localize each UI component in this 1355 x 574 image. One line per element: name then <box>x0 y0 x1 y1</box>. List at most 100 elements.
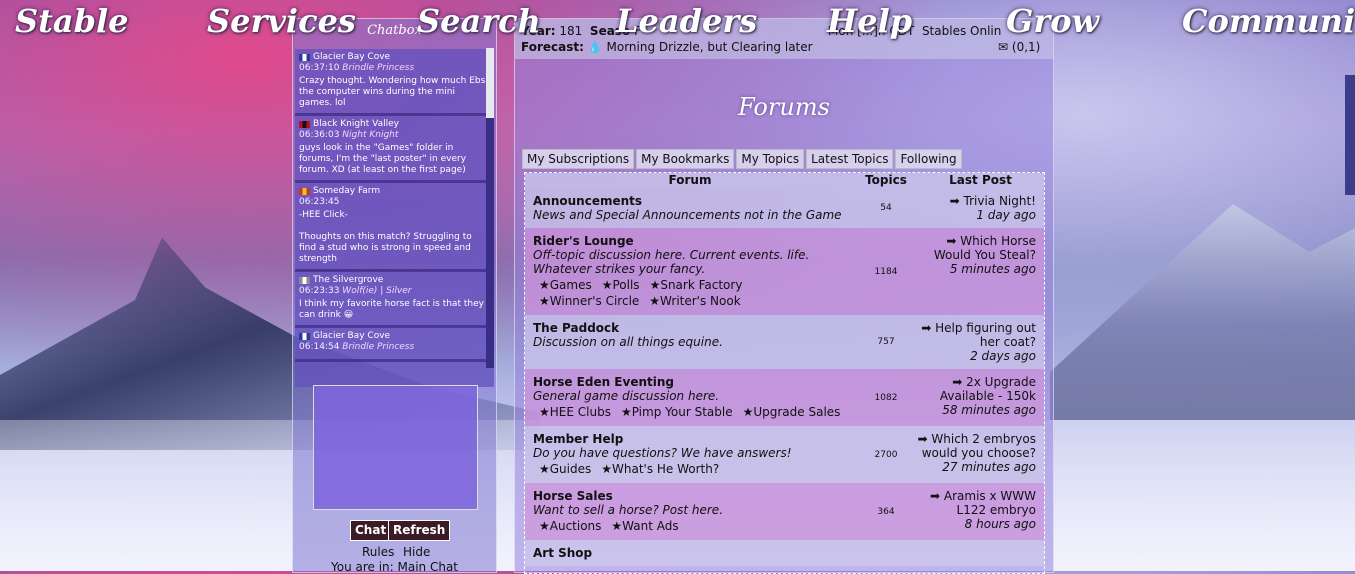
chat-stable[interactable]: The Silvergrove <box>299 275 488 286</box>
last-post-time: 27 minutes ago <box>942 460 1036 474</box>
last-post-link[interactable]: ➡ Help figuring out <box>917 321 1036 335</box>
forum-table-header: Forum Topics Last Post <box>525 173 1044 188</box>
last-post-link[interactable]: would you choose? <box>917 446 1036 460</box>
chat-stable-name[interactable]: Someday Farm <box>313 186 380 197</box>
chat-stable-name[interactable]: The Silvergrove <box>313 275 383 286</box>
forum-title-link[interactable]: Announcements <box>533 194 855 208</box>
last-post-link[interactable]: Available - 150k <box>917 389 1036 403</box>
subforum-list: ★HEE Clubs ★Pimp Your Stable ★Upgrade Sale… <box>533 404 855 420</box>
last-post-link[interactable]: ➡ Which 2 embryos <box>917 432 1036 446</box>
chat-stable[interactable]: Glacier Bay Cove <box>299 331 488 342</box>
subforum-link[interactable]: ★HEE Clubs <box>539 404 611 420</box>
chat-message: The Silvergrove 06:23:33 Wolf(ie) | Silve… <box>295 272 494 328</box>
forum-cell: Horse Eden Eventing General game discussi… <box>525 369 855 426</box>
chat-scrollbar[interactable] <box>486 48 494 368</box>
forum-cell: Horse Sales Want to sell a horse? Post he… <box>525 483 855 540</box>
chat-username[interactable]: Night Knight <box>342 130 398 140</box>
chat-input[interactable] <box>313 385 478 510</box>
chat-location: You are in: Main Chat <box>330 560 459 574</box>
forum-cell: The Paddock Discussion on all things equi… <box>525 315 855 369</box>
chat-stable[interactable]: Someday Farm <box>299 186 488 197</box>
forum-row: Rider's Lounge Off-topic discussion here.… <box>525 228 1044 315</box>
topic-count: 1184 <box>874 266 898 277</box>
subforum-link[interactable]: ★Upgrade Sales <box>743 404 841 420</box>
topic-count: 364 <box>877 506 895 517</box>
chat-username[interactable]: Wolf(ie) | Silver <box>342 286 411 296</box>
chat-rules-link[interactable]: Rules <box>362 545 394 559</box>
tab-my-bookmarks[interactable]: My Bookmarks <box>636 149 735 169</box>
tab-latest-topics[interactable]: Latest Topics <box>806 149 894 169</box>
forum-row: Announcements News and Special Announceme… <box>525 188 1044 228</box>
chat-stable-name[interactable]: Glacier Bay Cove <box>313 52 390 63</box>
stable-flag-icon <box>299 188 310 195</box>
forum-cell: Member Help Do you have questions? We hav… <box>525 426 855 483</box>
forum-row: Horse Sales Want to sell a horse? Post he… <box>525 483 1044 540</box>
chat-text: I think my favorite horse fact is that t… <box>299 299 484 320</box>
chat-username[interactable]: Brindle Princess <box>342 63 414 73</box>
last-post-time: 1 day ago <box>976 208 1036 222</box>
last-post-time: 8 hours ago <box>964 517 1036 531</box>
subforum-link[interactable]: ★Auctions <box>539 518 601 534</box>
nav-services[interactable]: Services <box>207 2 356 40</box>
chat-send-button[interactable]: Chat <box>350 520 392 541</box>
subforum-link[interactable]: ★Games <box>539 277 592 293</box>
forum-table: Forum Topics Last Post Announcements News… <box>524 172 1045 574</box>
nav-search[interactable]: Search <box>417 2 541 40</box>
tab-my-topics[interactable]: My Topics <box>736 149 805 169</box>
subforum-link[interactable]: ★Winner's Circle <box>539 293 639 309</box>
forum-title-link[interactable]: Horse Eden Eventing <box>533 375 855 389</box>
forum-title-link[interactable]: The Paddock <box>533 321 855 335</box>
chat-stable[interactable]: Glacier Bay Cove <box>299 52 488 63</box>
nav-leaders[interactable]: Leaders <box>616 2 757 40</box>
subforum-list: ★Auctions ★Want Ads <box>533 518 855 534</box>
subforum-link[interactable]: ★Writer's Nook <box>649 293 740 309</box>
forum-title-link[interactable]: Art Shop <box>533 546 855 560</box>
last-post-link[interactable]: her coat? <box>917 335 1036 349</box>
subforum-link[interactable]: ★What's He Worth? <box>601 461 719 477</box>
forum-title-link[interactable]: Rider's Lounge <box>533 234 855 248</box>
chat-text: -HEE Click- Thoughts on this match? Stru… <box>299 210 472 264</box>
nav-community[interactable]: Community <box>1182 2 1355 40</box>
nav-grow[interactable]: Grow <box>1006 2 1099 40</box>
forum-cell: Announcements News and Special Announceme… <box>525 188 855 228</box>
last-post-link[interactable]: Would You Steal? <box>917 248 1036 262</box>
tab-following[interactable]: Following <box>895 149 962 169</box>
subforum-link[interactable]: ★Snark Factory <box>650 277 743 293</box>
forum-title-link[interactable]: Member Help <box>533 432 855 446</box>
last-post-link[interactable]: ➡ Aramis x WWW <box>917 489 1036 503</box>
last-post-time: 2 days ago <box>970 349 1036 363</box>
tab-my-subscriptions[interactable]: My Subscriptions <box>522 149 635 169</box>
subforum-link[interactable]: ★Want Ads <box>611 518 678 534</box>
top-nav: Stable Services Search Leaders Help Grow… <box>0 0 1355 50</box>
forum-tabs: My Subscriptions My Bookmarks My Topics … <box>522 149 962 169</box>
subforum-link[interactable]: ★Guides <box>539 461 591 477</box>
last-post-cell <box>917 540 1044 566</box>
chat-hide-link[interactable]: Hide <box>403 545 430 559</box>
forum-description: Want to sell a horse? Post here. <box>533 503 724 517</box>
stable-flag-icon <box>299 121 310 128</box>
chat-stable-name[interactable]: Glacier Bay Cove <box>313 331 390 342</box>
nav-stable[interactable]: Stable <box>15 2 129 40</box>
chat-scrollbar-thumb[interactable] <box>486 48 494 118</box>
forum-title-link[interactable]: Horse Sales <box>533 489 855 503</box>
last-post-link[interactable]: ➡ 2x Upgrade <box>917 375 1036 389</box>
chat-message-list[interactable]: Glacier Bay Cove 06:37:10 Brindle Princes… <box>295 49 494 387</box>
stable-flag-icon <box>299 277 310 284</box>
subforum-link[interactable]: ★Pimp Your Stable <box>621 404 733 420</box>
topic-count: 2700 <box>874 449 898 460</box>
chat-message: Glacier Bay Cove 06:37:10 Brindle Princes… <box>295 49 494 116</box>
last-post-link[interactable]: ➡ Which Horse <box>917 234 1036 248</box>
forum-cell: Rider's Lounge Off-topic discussion here.… <box>525 228 855 315</box>
nav-help[interactable]: Help <box>827 2 912 40</box>
chatbox: Chatbox Glacier Bay Cove 06:37:10 Brindle… <box>292 18 497 574</box>
subforum-link[interactable]: ★Polls <box>602 277 640 293</box>
chat-stable[interactable]: Black Knight Valley <box>299 119 488 130</box>
last-post-link[interactable]: ➡ Trivia Night! <box>917 194 1036 208</box>
stable-flag-icon <box>299 54 310 61</box>
topic-count: 54 <box>880 203 892 213</box>
last-post-link[interactable]: L122 embryo <box>917 503 1036 517</box>
chat-refresh-button[interactable]: Refresh <box>388 520 451 541</box>
chat-stable-name[interactable]: Black Knight Valley <box>313 119 399 130</box>
chat-username[interactable]: Brindle Princess <box>342 342 414 352</box>
chat-meta: 06:23:33 Wolf(ie) | Silver <box>299 286 488 297</box>
